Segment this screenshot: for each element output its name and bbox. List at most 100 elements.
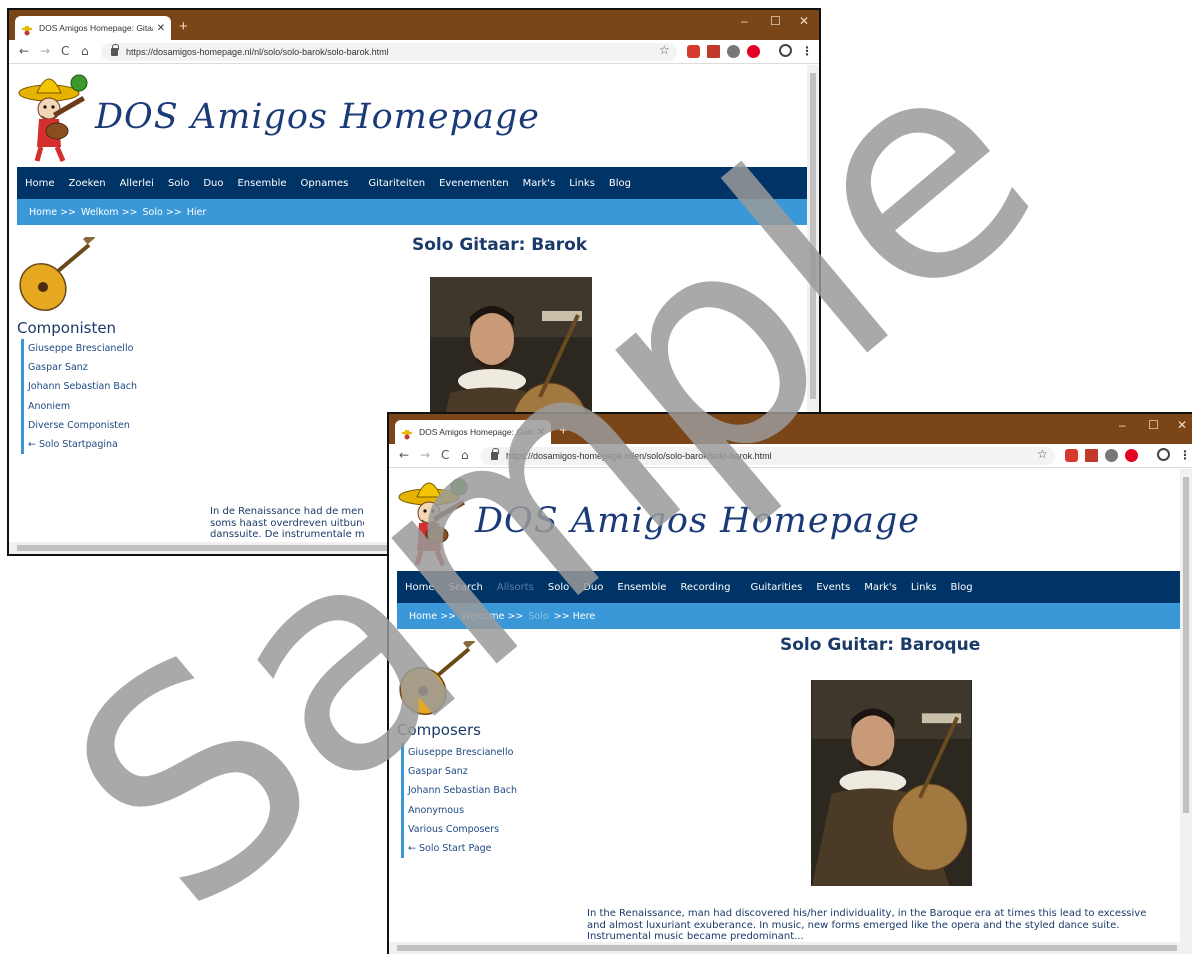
- nav-item[interactable]: Guitarities: [750, 582, 802, 593]
- nav-item[interactable]: Mark's: [523, 178, 556, 189]
- nav-item[interactable]: Duo: [203, 178, 223, 189]
- sidebar-heading: Componisten: [17, 319, 117, 337]
- reload-icon[interactable]: C: [61, 44, 69, 58]
- nav-item[interactable]: Blog: [609, 178, 631, 189]
- home-icon[interactable]: ⌂: [81, 44, 89, 58]
- pinterest-icon[interactable]: [1125, 449, 1138, 462]
- composer-link[interactable]: Giuseppe Brescianello: [408, 743, 517, 762]
- scroll-thumb[interactable]: [1183, 477, 1189, 813]
- breadcrumb: Home >> Welkom >> Solo >> Hier: [17, 199, 807, 225]
- horizontal-scrollbar[interactable]: [389, 942, 1192, 954]
- breadcrumb-item: >> Here: [553, 610, 596, 622]
- profile-avatar-icon[interactable]: [779, 44, 792, 57]
- address-bar[interactable]: https://dosamigos-homepage.nl/nl/solo/so…: [101, 43, 677, 61]
- lute-icon: [17, 232, 97, 315]
- minimize-icon[interactable]: –: [1119, 418, 1126, 432]
- site-title: DOS Amigos Homepage: [475, 501, 920, 541]
- composer-link[interactable]: Anoniem: [28, 397, 137, 416]
- portrait-image: [811, 680, 972, 886]
- new-tab-button[interactable]: +: [179, 18, 188, 35]
- nav-item[interactable]: Links: [569, 178, 595, 189]
- browser-tab[interactable]: DOS Amigos Homepage: Guitar ✕: [395, 420, 551, 444]
- mascot-logo[interactable]: [17, 69, 97, 165]
- main-navigation: Home Search Allsorts Solo Duo Ensemble R…: [397, 571, 1180, 603]
- forward-arrow-icon[interactable]: →: [420, 448, 430, 462]
- pdf-extension-icon[interactable]: [1085, 449, 1098, 462]
- menu-kebab-icon[interactable]: ⋮: [801, 44, 813, 58]
- composer-link[interactable]: Giuseppe Brescianello: [28, 339, 137, 358]
- nav-item[interactable]: Mark's: [864, 582, 897, 593]
- intro-line: In the Renaissance, man had discovered h…: [587, 908, 1147, 919]
- nav-item[interactable]: Search: [449, 582, 483, 593]
- breadcrumb-item[interactable]: Solo: [528, 611, 548, 622]
- close-window-icon[interactable]: ✕: [799, 14, 809, 28]
- url-text: https://dosamigos-homepage.nl/en/solo/so…: [506, 451, 772, 461]
- composer-list: Giuseppe Brescianello Gaspar Sanz Johann…: [401, 743, 517, 859]
- composer-link[interactable]: Gaspar Sanz: [28, 358, 137, 377]
- reload-icon[interactable]: C: [441, 448, 449, 462]
- nav-item[interactable]: Home: [25, 178, 55, 189]
- composer-link[interactable]: Diverse Componisten: [28, 416, 137, 435]
- back-arrow-icon[interactable]: ←: [399, 448, 409, 462]
- composer-link[interactable]: Johann Sebastian Bach: [28, 377, 137, 396]
- solo-start-link[interactable]: ← Solo Start Page: [408, 839, 517, 858]
- nav-item[interactable]: Duo: [583, 582, 603, 593]
- nav-item[interactable]: Allerlei: [120, 178, 154, 189]
- new-tab-button[interactable]: +: [559, 422, 568, 439]
- nav-item[interactable]: Events: [816, 582, 850, 593]
- address-bar[interactable]: https://dosamigos-homepage.nl/en/solo/so…: [481, 447, 1055, 465]
- home-icon[interactable]: ⌂: [461, 448, 469, 462]
- breadcrumb-item[interactable]: Home >>: [29, 207, 76, 218]
- nav-item[interactable]: Evenementen: [439, 178, 509, 189]
- forward-arrow-icon[interactable]: →: [40, 44, 50, 58]
- solo-start-link[interactable]: ← Solo Startpagina: [28, 435, 137, 454]
- scroll-thumb[interactable]: [397, 945, 1177, 951]
- nav-item[interactable]: Allsorts: [497, 582, 534, 593]
- title-bar: DOS Amigos Homepage: Guitar ✕ + – ☐ ✕: [389, 414, 1192, 444]
- profile-avatar-icon[interactable]: [1157, 448, 1170, 461]
- bookmark-star-icon[interactable]: ☆: [1037, 447, 1048, 461]
- tab-close-icon[interactable]: ✕: [537, 427, 545, 438]
- bookmark-star-icon[interactable]: ☆: [659, 43, 670, 57]
- breadcrumb-item[interactable]: Home >>: [409, 611, 456, 622]
- minimize-icon[interactable]: –: [741, 14, 748, 28]
- breadcrumb-item[interactable]: Welkom >>: [81, 207, 138, 218]
- maximize-icon[interactable]: ☐: [770, 14, 781, 28]
- nav-item[interactable]: Home: [405, 582, 435, 593]
- vertical-scrollbar[interactable]: [1180, 469, 1192, 942]
- sidebar-heading: Composers: [397, 721, 481, 739]
- composer-link[interactable]: Gaspar Sanz: [408, 762, 517, 781]
- extension-c-icon[interactable]: [1065, 449, 1078, 462]
- composer-link[interactable]: Johann Sebastian Bach: [408, 781, 517, 800]
- intro-text: In the Renaissance, man had discovered h…: [587, 908, 1177, 943]
- menu-kebab-icon[interactable]: ⋮: [1179, 448, 1191, 462]
- nav-item[interactable]: Recording: [680, 582, 730, 593]
- scroll-thumb[interactable]: [810, 73, 816, 399]
- nav-item[interactable]: Gitariteiten: [368, 178, 425, 189]
- back-arrow-icon[interactable]: ←: [19, 44, 29, 58]
- page-title: Solo Guitar: Baroque: [780, 635, 981, 655]
- nav-item[interactable]: Zoeken: [69, 178, 106, 189]
- nav-item[interactable]: Solo: [548, 582, 569, 593]
- breadcrumb-item[interactable]: Solo >>: [143, 207, 182, 218]
- nav-item[interactable]: Solo: [168, 178, 189, 189]
- mascot-logo[interactable]: [397, 473, 477, 569]
- pdf-extension-icon[interactable]: [707, 45, 720, 58]
- intro-text: In de Renaissance had de mens zie soms h…: [210, 506, 364, 541]
- nav-item[interactable]: Links: [911, 582, 937, 593]
- browser-tab[interactable]: DOS Amigos Homepage: Gitaar ✕: [15, 16, 171, 40]
- close-window-icon[interactable]: ✕: [1177, 418, 1187, 432]
- extension-gear-icon[interactable]: [727, 45, 740, 58]
- extension-gear-icon[interactable]: [1105, 449, 1118, 462]
- tab-close-icon[interactable]: ✕: [157, 23, 165, 34]
- composer-link[interactable]: Anonymous: [408, 801, 517, 820]
- maximize-icon[interactable]: ☐: [1148, 418, 1159, 432]
- nav-item[interactable]: Ensemble: [237, 178, 286, 189]
- composer-link[interactable]: Various Composers: [408, 820, 517, 839]
- extension-c-icon[interactable]: [687, 45, 700, 58]
- breadcrumb-item[interactable]: Welcome >>: [461, 611, 523, 622]
- pinterest-icon[interactable]: [747, 45, 760, 58]
- nav-item[interactable]: Blog: [951, 582, 973, 593]
- nav-item[interactable]: Opnames: [301, 178, 349, 189]
- nav-item[interactable]: Ensemble: [617, 582, 666, 593]
